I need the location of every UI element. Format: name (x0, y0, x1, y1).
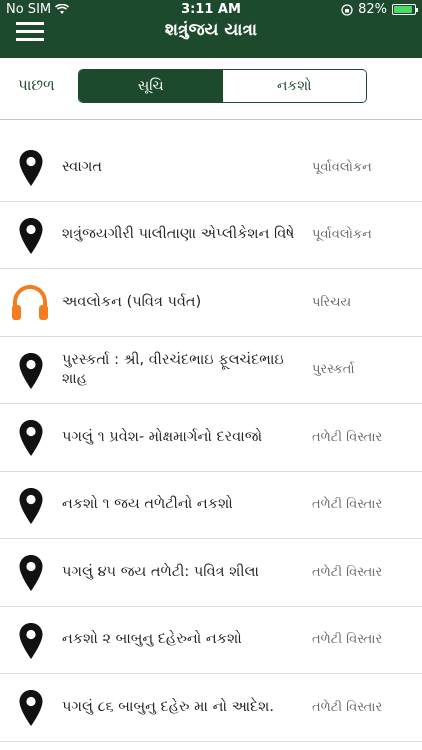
map-pin-icon (19, 217, 43, 254)
list-item-category: તળેટી વિસ્તાર (312, 699, 383, 715)
rotation-lock-icon (341, 3, 353, 16)
list-item-title: પગલું ૪૫ જય તળેટી: પવિત્ર શીલા (62, 563, 259, 580)
page-title: શત્રુંજય યાત્રા (164, 20, 258, 40)
list-item-title: સ્વાગત (62, 158, 102, 175)
list-item-title: નકશો ૨ બાબુનુ દહેરુનો નકશો (62, 631, 242, 648)
list-item-category: પૂર્વાવલોકન (312, 227, 372, 243)
list-item-category: પૂર્વાવલોકન (312, 159, 372, 175)
view-switcher: સૂચિ નકશો (78, 69, 367, 103)
list-item[interactable]: નકશો ૨ બાબુનુ દહેરુનો નકશો તળેટી વિસ્તાર (0, 607, 422, 674)
segment-list[interactable]: સૂચિ (79, 70, 223, 102)
list-item[interactable]: નકશો ૧ જય તળેટીનો નકશો તળેટી વિસ્તાર (0, 472, 422, 539)
map-pin-icon (19, 622, 43, 659)
list-item-category: તળેટી વિસ્તાર (312, 429, 383, 445)
status-right: 82% (341, 2, 418, 17)
battery-percent: 82% (358, 2, 387, 17)
status-bar: No SIM 3:11 AM 82% (0, 0, 422, 20)
list-item[interactable]: પગલું ૧ પ્રવેશ- મોક્ષમાર્ગનો દરવાજો તળેટ… (0, 404, 422, 472)
list-item-title: પગલું ૮૬ બાબુનુ દહેરુ મા નો આદેશ. (62, 698, 274, 715)
map-pin-icon (19, 555, 43, 591)
list-item-category: તળેટી વિસ્તાર (312, 497, 383, 513)
map-pin-icon (19, 150, 43, 186)
list-item[interactable]: અવલોકન (પવિત્ર પર્વત) પરિચય (0, 269, 422, 337)
app-header: No SIM 3:11 AM 82% શત્રુંજય યાત્રા (0, 0, 422, 58)
list-item-category: પરિચય (312, 294, 352, 310)
map-pin-icon (19, 487, 43, 524)
list-item-title: પુરસ્કર્તા : શ્રી, વીરચંદભાઇ ફૂલચંદભાઇ શ… (62, 351, 284, 387)
toolbar: પાછળ સૂચિ નકશો (0, 58, 422, 120)
attraction-list: સ્વાગત પૂર્વાવલોકન શત્રુંજયગીરી પાલીતાણા… (0, 134, 422, 742)
list-item[interactable]: સ્વાગત પૂર્વાવલોકન (0, 134, 422, 202)
headphones-icon (12, 285, 48, 320)
list-item-category: પુરસ્કર્તા (312, 362, 355, 378)
list-item[interactable]: શત્રુંજયગીરી પાલીતાણા એપ્લીકેશન વિષે પૂર… (0, 202, 422, 269)
list-item[interactable]: પગલું ૪૫ જય તળેટી: પવિત્ર શીલા તળેટી વિસ… (0, 539, 422, 607)
list-item[interactable]: પગલું ૮૬ બાબુનુ દહેરુ મા નો આદેશ. તળેટી … (0, 674, 422, 742)
map-pin-icon (19, 690, 43, 726)
list-item-title: નકશો ૧ જય તળેટીનો નકશો (62, 496, 233, 513)
list-item-title: અવલોકન (પવિત્ર પર્વત) (62, 293, 202, 310)
battery-icon (392, 4, 418, 15)
list-item-category: તળેટી વિસ્તાર (312, 632, 383, 648)
map-pin-icon (19, 420, 43, 456)
segment-map[interactable]: નકશો (222, 70, 366, 102)
list-item[interactable]: પુરસ્કર્તા : શ્રી, વીરચંદભાઇ ફૂલચંદભાઇ શ… (0, 337, 422, 404)
list-item-title: શત્રુંજયગીરી પાલીતાણા એપ્લીકેશન વિષે (62, 226, 295, 243)
back-button[interactable]: પાછળ (18, 76, 55, 94)
list-item-category: તળેટી વિસ્તાર (312, 564, 383, 580)
list-item-title: પગલું ૧ પ્રવેશ- મોક્ષમાર્ગનો દરવાજો (62, 428, 263, 445)
map-pin-icon (19, 352, 43, 389)
